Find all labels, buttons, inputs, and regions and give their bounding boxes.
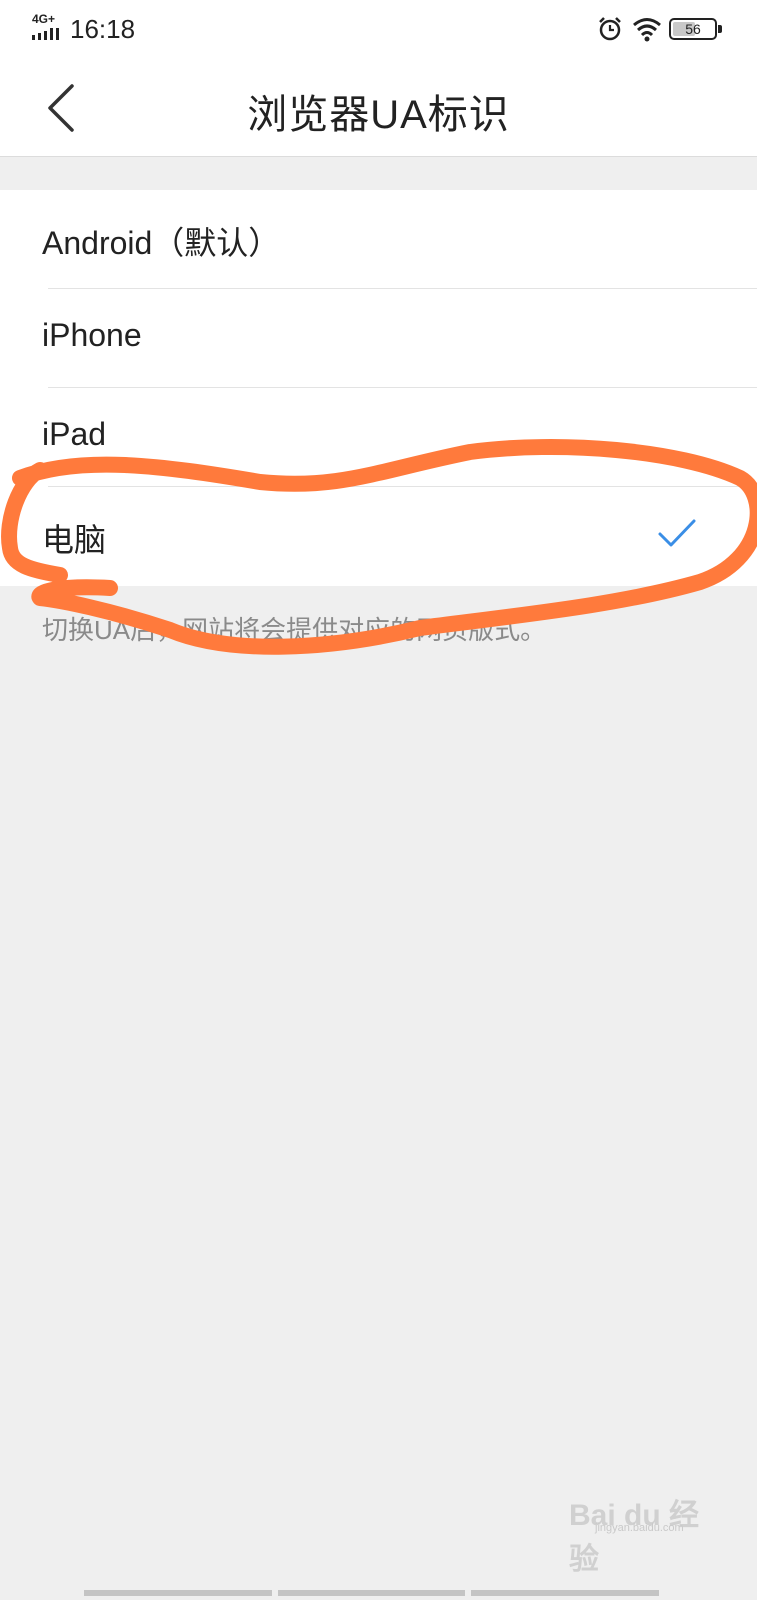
top-nav-bar: 浏览器UA标识 — [0, 60, 757, 157]
status-bar: 4G+ 16:18 56 — [0, 0, 757, 60]
network-type: 4G+ — [32, 12, 56, 26]
checkmark-icon — [658, 519, 696, 547]
home-indicator — [84, 1590, 660, 1596]
ua-option-label: 电脑 — [42, 522, 107, 558]
ua-option-row[interactable]: 电脑 — [0, 487, 757, 586]
wifi-icon — [633, 18, 661, 42]
battery-level: 56 — [685, 21, 701, 37]
ua-footnote: 切换UA后，网站将会提供对应的网页版式。 — [42, 615, 547, 645]
watermark-url: jingyan.baidu.com — [595, 1522, 684, 1534]
baidu-watermark: Bai du 经验 jingyan.baidu.com — [569, 1490, 709, 1576]
watermark-logo: Bai du 经验 — [569, 1499, 700, 1576]
ua-option-label: Android（默认） — [42, 225, 281, 261]
page-title: 浏览器UA标识 — [247, 93, 510, 137]
ua-option-row[interactable]: iPhone — [0, 289, 757, 388]
ua-option-list: Android（默认） iPhone iPad 电脑 — [0, 190, 757, 586]
status-time: 16:18 — [70, 14, 136, 44]
battery-icon: 56 — [669, 18, 722, 40]
ua-option-row[interactable]: Android（默认） — [0, 190, 757, 289]
alarm-icon — [599, 17, 621, 41]
ua-option-label: iPad — [42, 416, 107, 452]
ua-option-row[interactable]: iPad — [0, 388, 757, 487]
ua-option-label: iPhone — [42, 317, 142, 353]
